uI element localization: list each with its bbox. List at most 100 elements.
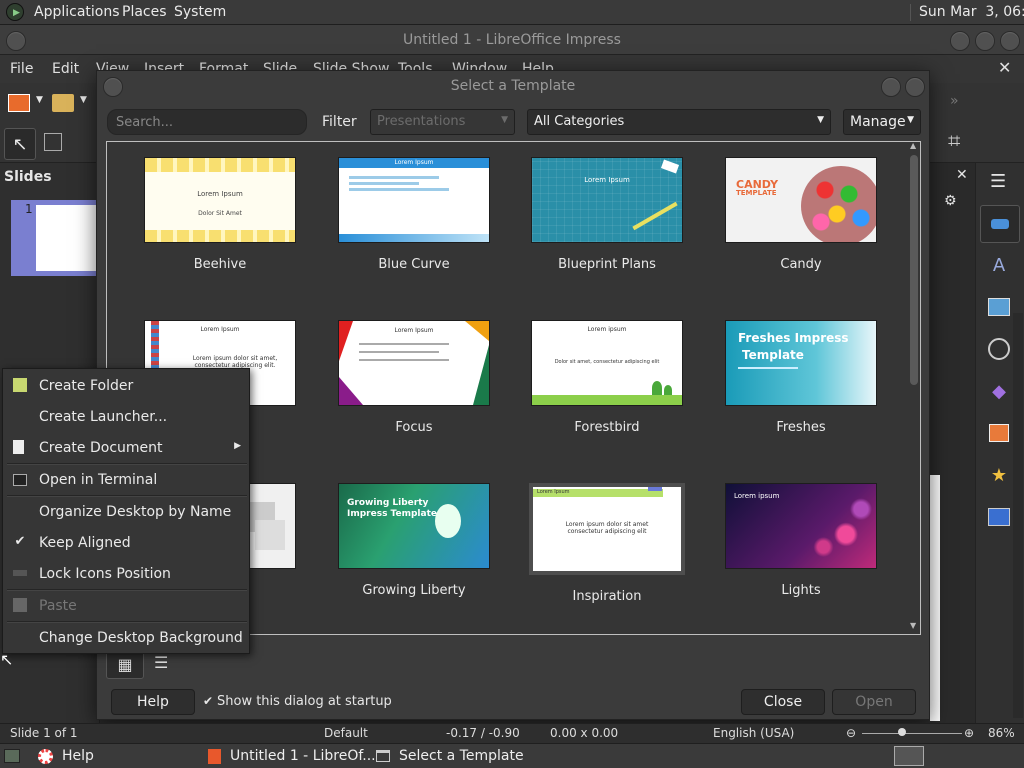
desktop-context-menu: Create Folder Create Launcher... Create … [2, 368, 250, 654]
template-focus[interactable]: Lorem Ipsum Focus [334, 320, 494, 435]
slide-thumbnail[interactable]: 1 [11, 200, 99, 276]
zoom-out-icon[interactable]: ⊖ [846, 726, 856, 740]
filter-select[interactable]: Presentations ▼ [370, 109, 515, 135]
template-beehive[interactable]: Lorem Ipsum Dolor Sit Amet Beehive [140, 157, 300, 272]
dropdown-arrow-icon[interactable]: ▼ [36, 95, 43, 105]
places-menu[interactable]: Places [122, 4, 167, 20]
sidebar-menu-icon[interactable]: ☰ [990, 171, 1006, 192]
thumbnail-text: Lorem Ipsum [537, 489, 570, 495]
open-button[interactable]: Open [832, 689, 916, 715]
menu-separator [7, 589, 247, 591]
sidebar-settings-icon[interactable]: ⚙ [944, 193, 957, 209]
dialog-close-button[interactable] [905, 77, 925, 97]
workspace-area: ✕ ⚙ [930, 163, 975, 723]
clock[interactable]: Sun Mar 3, 06:31 [919, 4, 1024, 20]
slide-number: 1 [25, 202, 33, 216]
styles-icon[interactable]: A [980, 247, 1018, 283]
template-name: Inspiration [572, 589, 642, 604]
taskbar-impress[interactable]: Untitled 1 - LibreOf... [230, 748, 376, 764]
menu-item-organize-desktop[interactable]: Organize Desktop by Name [3, 499, 249, 525]
template-name: Freshes [776, 420, 826, 435]
template-name: Blue Curve [378, 257, 450, 272]
template-inspiration[interactable]: Lorem Ipsum Lorem ipsum dolor sit amet c… [527, 483, 687, 604]
layout-name[interactable]: Default [324, 726, 368, 740]
workspace-switcher[interactable] [894, 746, 924, 766]
category-select[interactable]: All Categories ▼ [527, 109, 831, 135]
sidebar-scrollbar[interactable] [1013, 313, 1023, 718]
template-thumbnail: Freshes Impress Template [725, 320, 877, 406]
template-name: Lights [781, 583, 821, 598]
filter-select-value: Presentations [377, 114, 466, 129]
template-name: Forestbird [574, 420, 640, 435]
taskbar-select-template[interactable]: Select a Template [399, 748, 524, 764]
menu-item-change-background[interactable]: Change Desktop Background [3, 625, 249, 651]
thumbnail-text: TEMPLATE [736, 189, 777, 197]
menu-item-create-folder[interactable]: Create Folder [3, 373, 249, 399]
menu-item-open-terminal[interactable]: Open in Terminal [3, 467, 249, 493]
close-sidebar-icon[interactable]: ✕ [956, 167, 968, 183]
template-blue-curve[interactable]: Lorem Ipsum Blue Curve [334, 157, 494, 272]
scroll-down-icon[interactable]: ▼ [910, 621, 916, 630]
template-lights[interactable]: Lorem ipsum Lights [721, 483, 881, 598]
menu-item-create-document[interactable]: Create Document ▶ [3, 435, 249, 461]
taskbar: Help Untitled 1 - LibreOf... Select a Te… [0, 743, 1024, 768]
terminal-icon [13, 474, 27, 486]
impress-titlebar: Untitled 1 - LibreOffice Impress [0, 25, 1024, 55]
template-thumbnail: Lorem Ipsum [338, 320, 490, 406]
search-input[interactable]: Search... [107, 109, 307, 135]
template-scrollbar[interactable]: ▲ ▼ [909, 141, 919, 633]
slide-count: Slide 1 of 1 [10, 726, 78, 740]
new-presentation-icon[interactable] [8, 94, 30, 112]
scroll-up-icon[interactable]: ▲ [910, 141, 916, 150]
menu-item-create-launcher[interactable]: Create Launcher... [3, 404, 249, 430]
zoom-level[interactable]: 86% [988, 726, 1015, 740]
crop-icon[interactable]: ⌗ [948, 129, 960, 154]
thumbnail-text: Dolor Sit Amet [198, 210, 242, 217]
applications-menu[interactable]: Applications [34, 4, 120, 20]
overflow-chevron-icon[interactable]: » [950, 93, 959, 109]
menu-file[interactable]: File [10, 61, 33, 77]
close-window-button[interactable] [1000, 31, 1020, 51]
template-forestbird[interactable]: Lorem ipsum Dolor sit amet, consectetur … [527, 320, 687, 435]
chevron-down-icon: ▼ [907, 115, 914, 125]
dialog-minimize-button[interactable] [881, 77, 901, 97]
template-growing-liberty[interactable]: Growing Liberty Impress Template Growing… [334, 483, 494, 598]
close-button[interactable]: Close [741, 689, 825, 715]
template-candy[interactable]: CANDY TEMPLATE Candy [721, 157, 881, 272]
show-startup-checkbox[interactable]: ✔ [203, 694, 213, 708]
cursor-position: -0.17 / -0.90 [446, 726, 520, 740]
object-size: 0.00 x 0.00 [550, 726, 619, 740]
menu-item-paste[interactable]: Paste [3, 593, 249, 619]
minimize-button[interactable] [950, 31, 970, 51]
distro-logo-icon[interactable]: ▶ [6, 3, 24, 21]
properties-icon[interactable] [980, 205, 1020, 243]
template-blueprint-plans[interactable]: Lorem Ipsum Blueprint Plans [527, 157, 687, 272]
language[interactable]: English (USA) [713, 726, 794, 740]
clipboard-icon [13, 598, 27, 612]
dropdown-arrow-icon[interactable]: ▼ [80, 95, 87, 105]
menu-item-keep-aligned[interactable]: ✔ Keep Aligned [3, 530, 249, 556]
menu-item-lock-icons[interactable]: Lock Icons Position [3, 561, 249, 587]
thumbnail-text: Lorem ipsum [734, 492, 780, 500]
open-folder-icon[interactable] [52, 94, 74, 112]
search-placeholder: Search... [116, 115, 174, 130]
zoom-pan-icon[interactable] [44, 133, 62, 151]
system-menu[interactable]: System [174, 4, 226, 20]
close-document-icon[interactable]: ✕ [998, 58, 1011, 77]
template-thumbnail: Lorem ipsum [725, 483, 877, 569]
zoom-slider[interactable] [862, 733, 962, 734]
template-freshes[interactable]: Freshes Impress Template Freshes [721, 320, 881, 435]
menu-edit[interactable]: Edit [52, 61, 79, 77]
manage-button[interactable]: Manage ▼ [843, 109, 921, 135]
help-lifebuoy-icon [38, 749, 53, 764]
scroll-thumb[interactable] [910, 155, 918, 385]
zoom-in-icon[interactable]: ⊕ [964, 726, 974, 740]
list-view-icon[interactable]: ☰ [154, 653, 168, 672]
help-button[interactable]: Help [111, 689, 195, 715]
zoom-slider-thumb[interactable] [898, 728, 906, 736]
maximize-button[interactable] [975, 31, 995, 51]
select-pointer-icon[interactable]: ↖ [4, 128, 36, 160]
show-desktop-icon[interactable] [4, 749, 20, 763]
dialog-titlebar: Select a Template [97, 71, 929, 103]
taskbar-help[interactable]: Help [62, 748, 94, 764]
